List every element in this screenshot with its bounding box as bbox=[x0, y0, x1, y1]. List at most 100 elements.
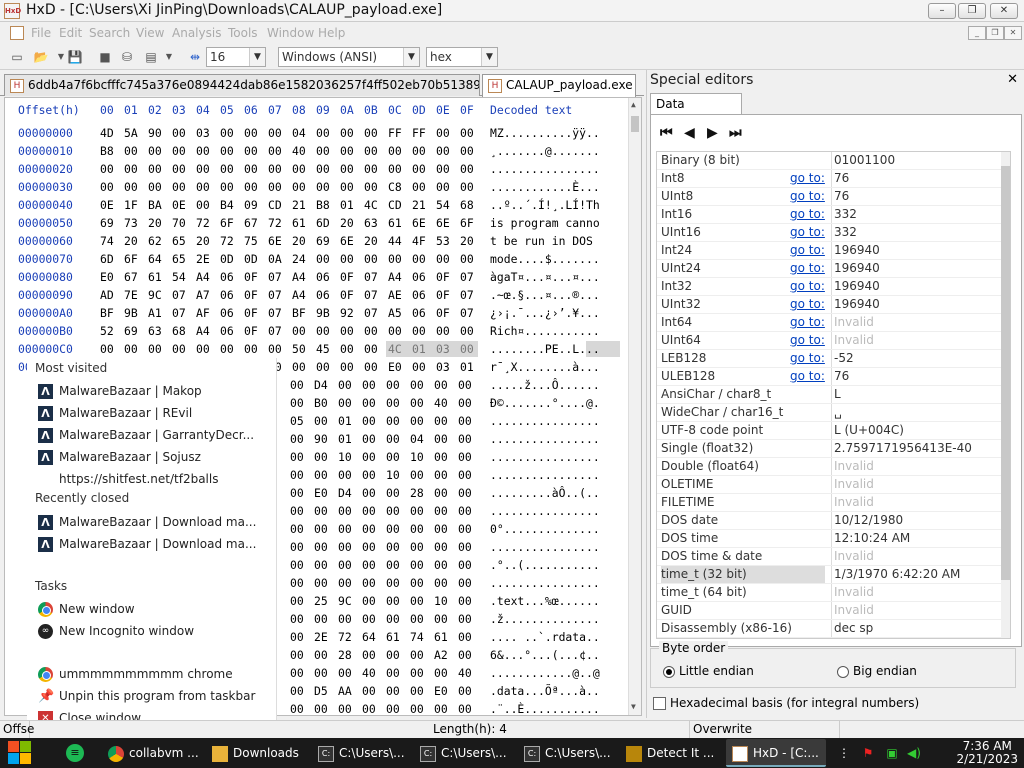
hex-byte[interactable]: 2E bbox=[314, 628, 328, 646]
hex-byte[interactable]: 40 bbox=[458, 664, 472, 682]
hex-byte[interactable]: 00 bbox=[338, 556, 352, 574]
hex-byte[interactable]: 00 bbox=[268, 340, 282, 358]
hex-byte[interactable]: 00 bbox=[340, 124, 354, 142]
first-icon[interactable]: ⏮ bbox=[660, 125, 673, 141]
hex-byte[interactable]: 4C bbox=[364, 196, 378, 214]
hex-byte[interactable]: 00 bbox=[460, 178, 474, 196]
hex-byte[interactable]: 0F bbox=[244, 304, 258, 322]
hex-byte[interactable]: 6F bbox=[124, 250, 138, 268]
hex-byte[interactable]: 00 bbox=[340, 340, 354, 358]
hex-byte[interactable]: 00 bbox=[436, 250, 450, 268]
hex-byte[interactable]: 00 bbox=[410, 610, 424, 628]
hex-byte[interactable]: C8 bbox=[388, 178, 402, 196]
hex-byte[interactable]: 00 bbox=[388, 250, 402, 268]
hex-byte[interactable]: 00 bbox=[386, 646, 400, 664]
inspector-value[interactable]: 196940 bbox=[831, 260, 880, 277]
hex-byte[interactable]: 00 bbox=[410, 682, 424, 700]
hex-byte[interactable]: 7E bbox=[124, 286, 138, 304]
hex-byte[interactable]: 00 bbox=[196, 340, 210, 358]
taskbar-button[interactable]: C: C:\Users\... bbox=[518, 739, 616, 767]
hex-byte[interactable]: 00 bbox=[338, 610, 352, 628]
jump-item-recent-2[interactable]: Λ MalwareBazaar | Download ma... bbox=[35, 534, 271, 554]
hex-byte[interactable]: 00 bbox=[460, 340, 474, 358]
decoded-text[interactable]: ¿›¡.¯...¿›’.¥... bbox=[490, 304, 600, 322]
hex-byte[interactable]: 00 bbox=[220, 124, 234, 142]
hex-byte[interactable]: 00 bbox=[386, 682, 400, 700]
hex-byte[interactable]: 00 bbox=[338, 466, 352, 484]
inspector-row[interactable]: Int64 go to: Invalid bbox=[657, 314, 1003, 332]
hex-byte[interactable]: 00 bbox=[410, 592, 424, 610]
hex-byte[interactable]: 03 bbox=[196, 124, 210, 142]
hex-byte[interactable]: 00 bbox=[458, 484, 472, 502]
hex-byte[interactable]: 00 bbox=[410, 412, 424, 430]
goto-link[interactable]: go to: bbox=[790, 224, 825, 241]
inspector-row[interactable]: Int8 go to: 76 bbox=[657, 170, 1003, 188]
hex-byte[interactable]: 00 bbox=[458, 682, 472, 700]
hex-byte[interactable]: 00 bbox=[290, 592, 304, 610]
decoded-text[interactable]: .....ž...Ô...... bbox=[490, 376, 600, 394]
hex-byte[interactable]: AF bbox=[196, 304, 210, 322]
decoded-text[interactable]: ................ bbox=[490, 430, 600, 448]
save-icon[interactable]: 💾 bbox=[66, 48, 84, 66]
hex-byte[interactable]: BF bbox=[100, 304, 114, 322]
hex-byte[interactable]: 00 bbox=[292, 178, 306, 196]
hxd-app-icon[interactable]: HxD bbox=[4, 3, 21, 19]
hex-byte[interactable]: 4C bbox=[388, 340, 402, 358]
hex-byte[interactable]: 00 bbox=[386, 502, 400, 520]
decoded-text[interactable]: Ð©.......°....@. bbox=[490, 394, 600, 412]
hex-row[interactable]: 00000060 74 20 62 65 20 72 75 6E 20 69 6E 20 44 4F 53 20… bbox=[5, 232, 625, 250]
hex-byte[interactable]: 00 bbox=[434, 610, 448, 628]
network-icon[interactable]: ▣ bbox=[884, 745, 900, 761]
hex-byte[interactable]: 00 bbox=[386, 556, 400, 574]
decoded-text[interactable]: ............È... bbox=[490, 178, 600, 196]
hex-byte[interactable]: 00 bbox=[386, 394, 400, 412]
open-folder-icon[interactable]: 📂 bbox=[32, 48, 50, 66]
hex-byte[interactable]: 0E bbox=[172, 196, 186, 214]
hex-byte[interactable]: 72 bbox=[220, 232, 234, 250]
hex-byte[interactable]: 20 bbox=[460, 232, 474, 250]
hex-byte[interactable]: 50 bbox=[292, 340, 306, 358]
inspector-row[interactable]: Int24 go to: 196940 bbox=[657, 242, 1003, 260]
hex-byte[interactable]: 6F bbox=[460, 214, 474, 232]
next-icon[interactable]: ▶ bbox=[707, 125, 718, 141]
scroll-down-icon[interactable]: ▼ bbox=[631, 702, 636, 711]
hex-byte[interactable]: 72 bbox=[196, 214, 210, 232]
hex-byte[interactable]: A4 bbox=[196, 322, 210, 340]
hex-byte[interactable]: 00 bbox=[362, 520, 376, 538]
hex-byte[interactable]: 0F bbox=[244, 286, 258, 304]
hex-byte[interactable]: 52 bbox=[100, 322, 114, 340]
hex-byte[interactable]: 01 bbox=[338, 412, 352, 430]
hex-byte[interactable]: 0F bbox=[436, 286, 450, 304]
hex-byte[interactable]: 07 bbox=[364, 268, 378, 286]
chrome-app-item[interactable]: ummmmmmmmmm chrome bbox=[35, 664, 271, 684]
hex-byte[interactable]: 06 bbox=[220, 286, 234, 304]
inspector-value[interactable]: Invalid bbox=[831, 332, 874, 349]
hex-byte[interactable]: 6E bbox=[436, 214, 450, 232]
decoded-text[interactable]: t be run in DOS bbox=[490, 232, 600, 250]
ram-icon[interactable]: ▤ bbox=[142, 48, 160, 66]
hex-byte[interactable]: 00 bbox=[434, 412, 448, 430]
hex-byte[interactable]: 00 bbox=[290, 466, 304, 484]
hex-byte[interactable]: 06 bbox=[412, 286, 426, 304]
hex-byte[interactable]: 00 bbox=[458, 448, 472, 466]
decoded-text[interactable]: .data...Õª...à.. bbox=[490, 682, 600, 700]
hex-byte[interactable]: 61 bbox=[386, 628, 400, 646]
hex-byte[interactable]: 00 bbox=[290, 502, 304, 520]
hex-byte[interactable]: 6F bbox=[220, 214, 234, 232]
hex-byte[interactable]: 0E bbox=[100, 196, 114, 214]
previous-icon[interactable]: ◀ bbox=[684, 125, 695, 141]
hex-byte[interactable]: 9B bbox=[316, 304, 330, 322]
jump-item-makop[interactable]: Λ MalwareBazaar | Makop bbox=[35, 381, 271, 401]
hex-byte[interactable]: 00 bbox=[172, 178, 186, 196]
hex-byte[interactable]: 00 bbox=[290, 394, 304, 412]
hex-byte[interactable]: 20 bbox=[196, 232, 210, 250]
hex-byte[interactable]: 00 bbox=[100, 178, 114, 196]
inspector-row[interactable]: UInt64 go to: Invalid bbox=[657, 332, 1003, 350]
ram-dropdown-arrow-icon[interactable]: ▼ bbox=[160, 48, 178, 66]
goto-link[interactable]: go to: bbox=[790, 368, 825, 385]
decoded-text[interactable]: ..º..´.Í!¸.LÍ!Th bbox=[490, 196, 600, 214]
flag-icon[interactable]: ⚑ bbox=[860, 745, 876, 761]
inspector-row[interactable]: UTF-8 code point L (U+004C) bbox=[657, 422, 1003, 440]
hex-row[interactable]: 000000C0 00 00 00 00 00 00 00 00 50 45 00 00 4C 01 03 00… bbox=[5, 340, 625, 358]
hex-byte[interactable]: 9C bbox=[148, 286, 162, 304]
